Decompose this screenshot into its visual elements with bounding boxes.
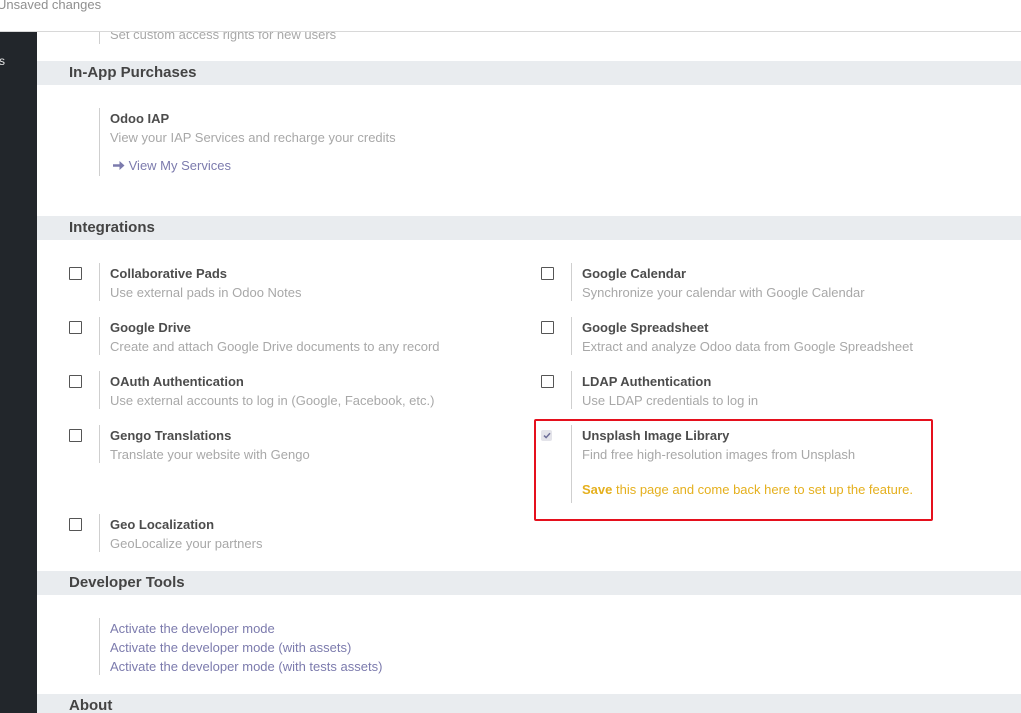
google-spreadsheet-title: Google Spreadsheet	[582, 320, 709, 335]
view-my-services-link[interactable]: View My Services	[113, 158, 231, 173]
setting-divider	[99, 32, 100, 44]
section-title: In-App Purchases	[69, 64, 197, 81]
section-about: About	[37, 694, 1021, 713]
setting-divider	[571, 371, 572, 409]
setting-divider	[99, 618, 100, 675]
gengo-translations-title: Gengo Translations	[110, 428, 232, 443]
google-calendar-checkbox[interactable]	[541, 267, 554, 280]
setting-divider	[99, 317, 100, 355]
collaborative-pads-checkbox[interactable]	[69, 267, 82, 280]
setting-divider	[571, 425, 572, 503]
geo-localization-checkbox[interactable]	[69, 518, 82, 531]
save-warning-text: this page and come back here to set up t…	[612, 482, 914, 497]
settings-content: Set custom access rights for new users I…	[37, 32, 1021, 713]
odoo-iap-description: View your IAP Services and recharge your…	[110, 130, 396, 145]
google-drive-checkbox[interactable]	[69, 321, 82, 334]
save-warning-message: Save this page and come back here to set…	[582, 482, 913, 497]
unsplash-checkbox[interactable]	[541, 430, 552, 441]
oauth-authentication-description: Use external accounts to log in (Google,…	[110, 393, 435, 408]
view-my-services-label: View My Services	[128, 158, 231, 173]
setting-divider	[99, 108, 100, 176]
google-calendar-title: Google Calendar	[582, 266, 687, 281]
google-spreadsheet-description: Extract and analyze Odoo data from Googl…	[582, 339, 913, 354]
oauth-authentication-checkbox[interactable]	[69, 375, 82, 388]
google-calendar-description: Synchronize your calendar with Google Ca…	[582, 285, 865, 300]
unsplash-title: Unsplash Image Library	[582, 428, 730, 443]
section-developer-tools: Developer Tools	[37, 571, 1021, 595]
gengo-translations-checkbox[interactable]	[69, 429, 82, 442]
gengo-translations-description: Translate your website with Gengo	[110, 447, 310, 462]
google-drive-title: Google Drive	[110, 320, 191, 335]
unsaved-changes-indicator: Unsaved changes	[0, 0, 102, 12]
arrow-right-icon	[113, 161, 125, 170]
setting-divider	[99, 514, 100, 552]
ldap-authentication-description: Use LDAP credentials to log in	[582, 393, 759, 408]
app-sidebar: s	[0, 32, 37, 713]
section-title: Developer Tools	[69, 574, 185, 591]
ldap-authentication-checkbox[interactable]	[541, 375, 554, 388]
top-bar: Unsaved changes	[0, 0, 1021, 32]
developer-mode-tests-assets-link[interactable]: Activate the developer mode (with tests …	[110, 659, 382, 674]
google-drive-description: Create and attach Google Drive documents…	[110, 339, 440, 354]
section-integrations: Integrations	[37, 216, 1021, 240]
unsplash-description: Find free high-resolution images from Un…	[582, 447, 856, 462]
section-title: About	[69, 697, 113, 713]
setting-divider	[571, 317, 572, 355]
save-link[interactable]: Save	[582, 482, 612, 497]
setting-divider	[571, 263, 572, 301]
odoo-iap-title: Odoo IAP	[110, 111, 170, 126]
collaborative-pads-description: Use external pads in Odoo Notes	[110, 285, 302, 300]
setting-divider	[99, 425, 100, 463]
oauth-authentication-title: OAuth Authentication	[110, 374, 244, 389]
setting-divider	[99, 263, 100, 301]
geo-localization-title: Geo Localization	[110, 517, 215, 532]
geo-localization-description: GeoLocalize your partners	[110, 536, 263, 551]
checkmark-icon	[542, 432, 551, 439]
sidebar-item-label[interactable]: s	[0, 54, 5, 68]
collaborative-pads-title: Collaborative Pads	[110, 266, 228, 281]
developer-mode-link[interactable]: Activate the developer mode	[110, 621, 275, 636]
developer-mode-assets-link[interactable]: Activate the developer mode (with assets…	[110, 640, 351, 655]
section-in-app-purchases: In-App Purchases	[37, 61, 1021, 85]
setting-divider	[99, 371, 100, 409]
section-title: Integrations	[69, 219, 155, 236]
ldap-authentication-title: LDAP Authentication	[582, 374, 712, 389]
access-rights-description: Set custom access rights for new users	[110, 32, 337, 42]
google-spreadsheet-checkbox[interactable]	[541, 321, 554, 334]
